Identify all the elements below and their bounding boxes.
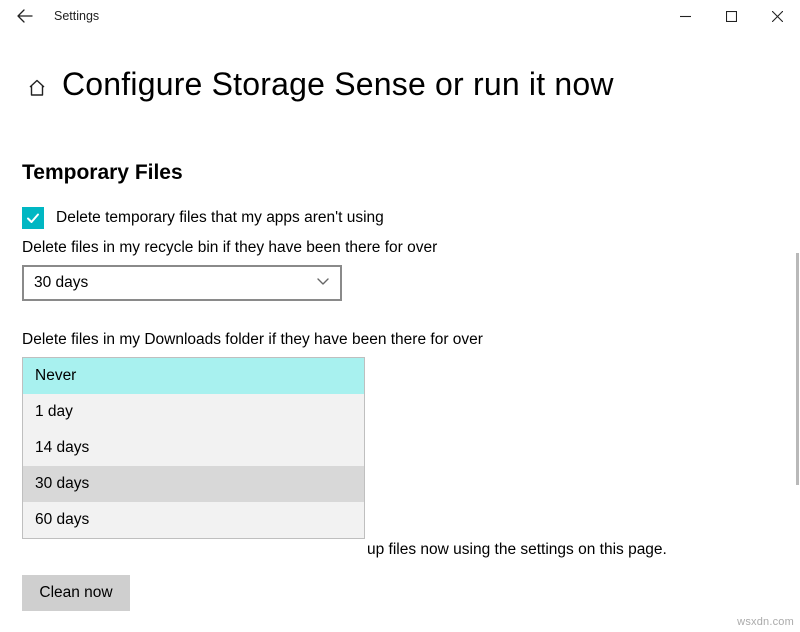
vertical-scrollbar[interactable] bbox=[796, 253, 799, 485]
dropdown-option-30-days[interactable]: 30 days bbox=[23, 466, 364, 502]
watermark-text: wsxdn.com bbox=[737, 616, 794, 628]
recycle-bin-label: Delete files in my recycle bin if they h… bbox=[22, 239, 778, 257]
minimize-icon bbox=[680, 11, 691, 22]
chevron-down-icon bbox=[316, 274, 330, 293]
clean-now-label: Clean now bbox=[39, 584, 112, 602]
checkbox-label: Delete temporary files that my apps aren… bbox=[56, 209, 384, 227]
dropdown-option-1-day[interactable]: 1 day bbox=[23, 394, 364, 430]
page-title: Configure Storage Sense or run it now bbox=[62, 66, 614, 103]
downloads-dropdown-open[interactable]: Never 1 day 14 days 30 days 60 days bbox=[22, 357, 365, 539]
close-button[interactable] bbox=[754, 0, 800, 32]
title-bar: Settings bbox=[0, 0, 800, 32]
minimize-button[interactable] bbox=[662, 0, 708, 32]
maximize-icon bbox=[726, 11, 737, 22]
dropdown-option-60-days[interactable]: 60 days bbox=[23, 502, 364, 538]
recycle-bin-dropdown-value: 30 days bbox=[34, 274, 88, 292]
close-icon bbox=[772, 11, 783, 22]
content-area: Temporary Files Delete temporary files t… bbox=[0, 103, 800, 539]
home-icon[interactable] bbox=[26, 77, 48, 99]
dropdown-option-14-days[interactable]: 14 days bbox=[23, 430, 364, 466]
window-title: Settings bbox=[54, 9, 99, 23]
checkmark-icon bbox=[25, 210, 41, 226]
page-header: Configure Storage Sense or run it now bbox=[0, 32, 800, 103]
section-title: Temporary Files bbox=[22, 161, 778, 185]
delete-temp-files-checkbox-row[interactable]: Delete temporary files that my apps aren… bbox=[22, 207, 778, 229]
back-button[interactable] bbox=[14, 5, 36, 27]
helper-text-partial: up files now using the settings on this … bbox=[367, 541, 667, 559]
downloads-label: Delete files in my Downloads folder if t… bbox=[22, 331, 778, 349]
checkbox-checked[interactable] bbox=[22, 207, 44, 229]
dropdown-option-never[interactable]: Never bbox=[23, 358, 364, 394]
recycle-bin-dropdown[interactable]: 30 days bbox=[22, 265, 342, 301]
arrow-left-icon bbox=[17, 8, 33, 24]
clean-now-button[interactable]: Clean now bbox=[22, 575, 130, 611]
window-controls bbox=[662, 0, 800, 32]
maximize-button[interactable] bbox=[708, 0, 754, 32]
